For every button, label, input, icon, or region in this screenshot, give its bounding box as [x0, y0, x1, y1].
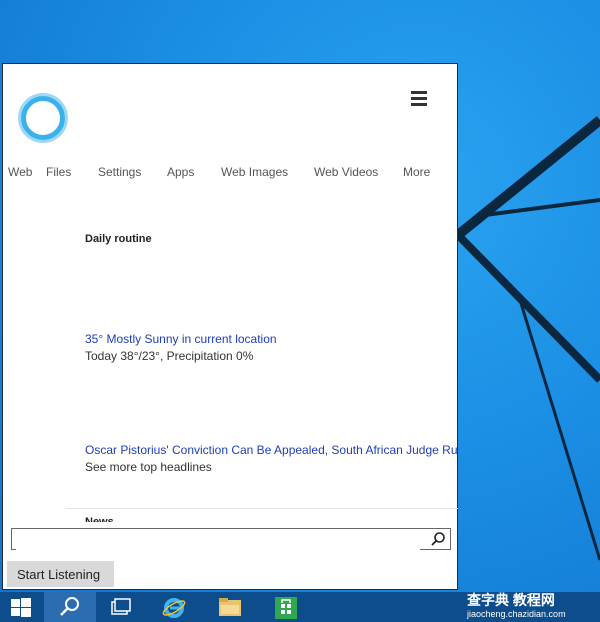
tab-settings[interactable]: Settings: [98, 165, 141, 179]
search-input[interactable]: [16, 530, 420, 550]
see-more-headlines[interactable]: See more top headlines: [85, 460, 212, 474]
cortana-ring-icon[interactable]: [21, 96, 65, 140]
headline-link[interactable]: Oscar Pistorius' Conviction Can Be Appea…: [85, 443, 457, 457]
internet-explorer-icon[interactable]: [152, 592, 196, 622]
watermark-url: jiaocheng.chazidian.com: [467, 609, 566, 619]
tab-web[interactable]: Web: [8, 165, 32, 179]
cortana-panel: Web Files Settings Apps Web Images Web V…: [2, 63, 458, 590]
weather-detail: Today 38°/23°, Precipitation 0%: [85, 349, 254, 363]
search-icon[interactable]: [430, 531, 446, 547]
section-divider: [66, 508, 458, 509]
tab-files[interactable]: Files: [46, 165, 71, 179]
file-explorer-icon[interactable]: [208, 592, 252, 622]
weather-link[interactable]: 35° Mostly Sunny in current location: [85, 332, 277, 346]
taskbar-search-icon[interactable]: [44, 592, 96, 622]
tab-more[interactable]: More: [403, 165, 430, 179]
watermark-title: 查字典 教程网: [467, 592, 555, 608]
site-watermark: 查字典 教程网 jiaocheng.chazidian.com: [467, 590, 566, 619]
windows-start-icon[interactable]: [0, 592, 44, 622]
tab-web-videos[interactable]: Web Videos: [314, 165, 378, 179]
search-box[interactable]: [11, 528, 451, 550]
hamburger-menu-icon[interactable]: [411, 91, 427, 106]
task-view-icon[interactable]: [100, 592, 144, 622]
store-icon[interactable]: [264, 592, 308, 622]
start-listening-button[interactable]: Start Listening: [7, 561, 114, 587]
news-heading: News: [85, 516, 114, 522]
tab-apps[interactable]: Apps: [167, 165, 194, 179]
daily-routine-heading: Daily routine: [85, 233, 152, 245]
tab-web-images[interactable]: Web Images: [221, 165, 288, 179]
